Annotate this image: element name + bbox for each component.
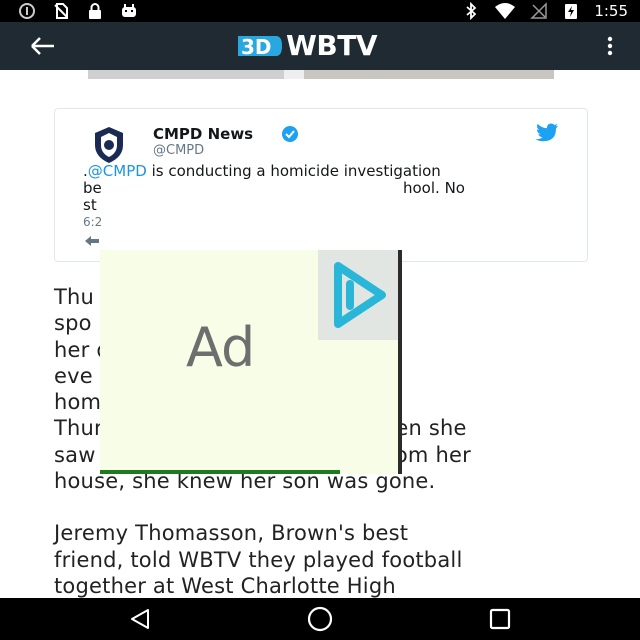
android-debug-icon [122, 4, 136, 17]
twitter-bird-icon[interactable] [535, 123, 559, 143]
overflow-menu-icon[interactable] [598, 34, 622, 58]
status-right-icons: 1:55 [462, 2, 628, 20]
back-arrow-icon[interactable] [24, 34, 64, 58]
bluetooth-icon [466, 2, 477, 20]
tweet-line-3: st [83, 196, 97, 214]
embedded-tweet[interactable]: CMPD News @CMPD .@CMPD is conducting a h… [54, 108, 588, 262]
verified-badge-icon [282, 126, 298, 142]
status-left-icons [18, 2, 138, 20]
article-line: friend, told WBTV they played football [54, 547, 463, 572]
no-sim-icon [54, 3, 68, 19]
reply-icon[interactable] [83, 235, 101, 247]
tweet-line-2: be hool. No [83, 179, 465, 197]
app-bar: 3D WBTV [0, 22, 640, 70]
wifi-icon [495, 3, 516, 19]
system-nav-bar [0, 598, 640, 640]
tweet-author-name[interactable]: CMPD News [153, 125, 253, 143]
ad-choices-icon [334, 262, 386, 328]
ad-overlay[interactable]: Ad [100, 250, 402, 474]
data-saver-icon [19, 3, 35, 19]
battery-charging-icon [565, 4, 578, 19]
status-bar: 1:55 [0, 0, 640, 22]
wbtv-logo: 3D WBTV [236, 29, 378, 62]
tweet-author-handle[interactable]: @CMPD [153, 143, 204, 158]
logo-3d-mark: 3D [238, 35, 282, 59]
article-paragraph-2: Jeremy Thomasson, Brown's best friend, t… [54, 520, 614, 598]
tweet-timestamp[interactable]: 6:2 [83, 215, 102, 229]
lock-icon [89, 3, 101, 19]
article-line: together at West Charlotte High [54, 573, 396, 598]
signal-off-icon [530, 2, 548, 19]
article-photo-bottom [88, 70, 554, 79]
nav-recents-icon[interactable] [488, 607, 512, 631]
nav-back-icon[interactable] [128, 607, 152, 631]
tweet-mention-link[interactable]: @CMPD [88, 162, 147, 180]
nav-home-icon[interactable] [306, 605, 334, 633]
tweet-text: .@CMPD is conducting a homicide investig… [83, 163, 563, 214]
cmpd-badge-avatar[interactable] [89, 125, 129, 165]
ad-label: Ad [186, 316, 255, 379]
status-time: 1:55 [594, 2, 628, 20]
svg-text:3D: 3D [241, 35, 272, 59]
ad-border [398, 250, 402, 474]
ad-choices-button[interactable] [318, 250, 398, 340]
ad-border-bottom [100, 470, 340, 474]
article-line: Jeremy Thomasson, Brown's best [54, 521, 409, 546]
article-content[interactable]: CMPD News @CMPD .@CMPD is conducting a h… [0, 70, 640, 598]
logo-text: WBTV [286, 29, 378, 62]
tweet-line-1: .@CMPD is conducting a homicide investig… [83, 162, 441, 180]
